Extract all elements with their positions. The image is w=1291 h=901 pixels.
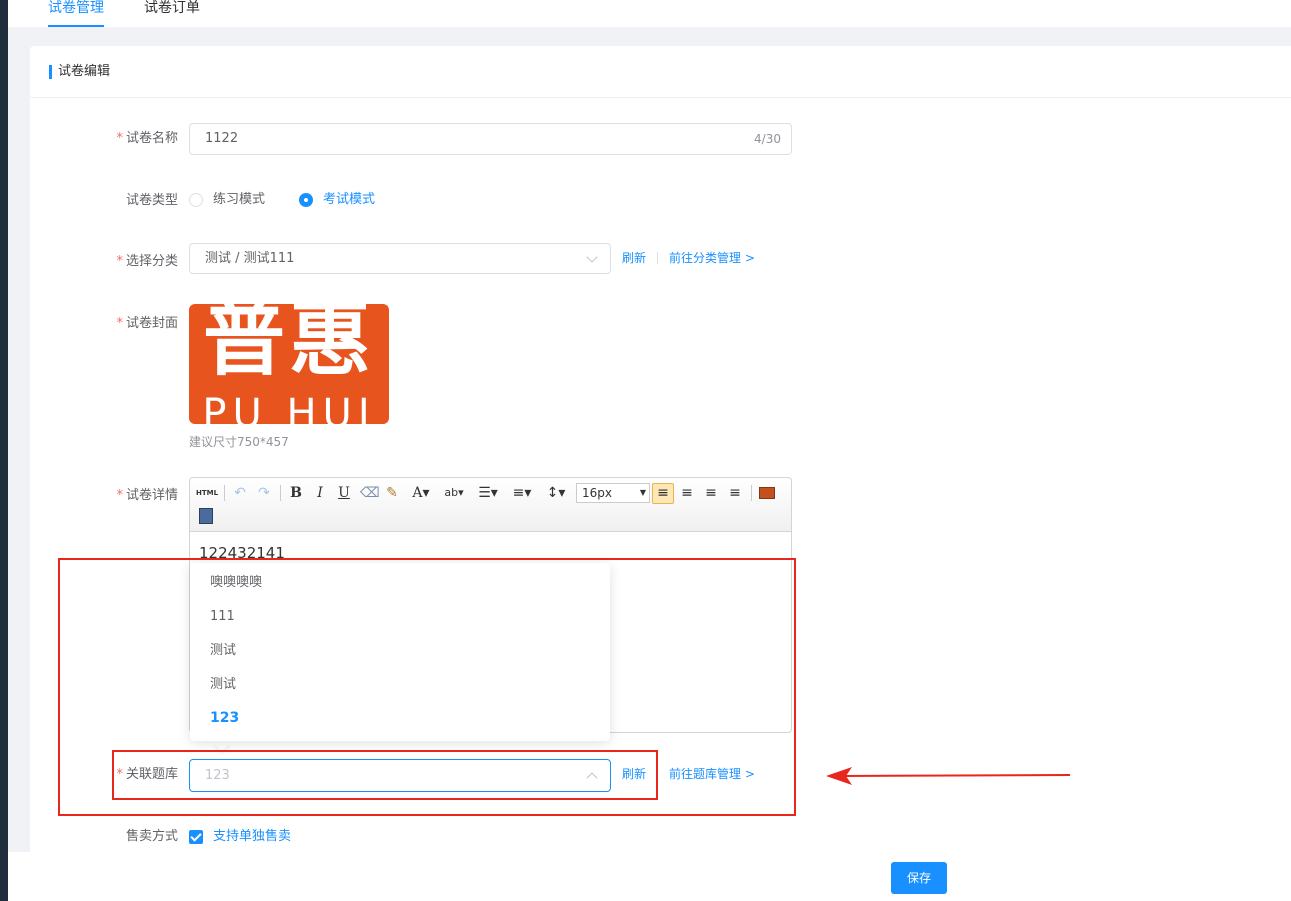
cover-image[interactable]: 普惠 PU HUI <box>189 304 389 424</box>
detail-label: * 试卷详情 <box>116 488 178 503</box>
html-source-icon[interactable]: HTML <box>196 484 218 502</box>
save-button[interactable]: 保存 <box>891 862 947 894</box>
link-divider <box>657 252 658 264</box>
category-refresh-link[interactable]: 刷新 <box>622 250 646 266</box>
sale-label: 售卖方式 <box>125 829 178 844</box>
image-icon[interactable] <box>759 487 775 499</box>
required-mark: * <box>116 316 123 331</box>
eraser-icon[interactable]: ⌫ <box>360 484 380 502</box>
align-center-icon[interactable]: ≡ <box>702 484 720 502</box>
paper-name-input[interactable]: 1122 4/30 <box>189 123 792 155</box>
paper-name-value: 1122 <box>205 131 239 146</box>
editor-toolbar: HTML ↶ ↷ B I U ⌫ ✎ A▾ ab▾ ☰▾ ≡▾ ↕▾ 16px ▼… <box>190 478 791 532</box>
title-accent-bar <box>49 65 52 79</box>
radio-exam-label[interactable]: 考试模式 <box>323 192 375 208</box>
card-header: 试卷编辑 <box>30 46 1291 98</box>
category-select[interactable]: 测试 / 测试111 <box>189 243 611 274</box>
tab-bar: 试卷管理 试卷订单 <box>8 0 1291 27</box>
category-value: 测试 / 测试111 <box>205 251 295 266</box>
category-label: * 选择分类 <box>116 254 178 269</box>
footer-bar <box>8 852 1291 901</box>
radio-practice-mode[interactable] <box>189 193 203 207</box>
font-size-select[interactable]: 16px ▼ <box>576 483 650 503</box>
tab-paper-management[interactable]: 试卷管理 <box>48 0 104 27</box>
single-sale-checkbox[interactable] <box>189 830 203 844</box>
align-justify-icon[interactable]: ≡ <box>726 484 744 502</box>
unordered-list-icon[interactable]: ≡▾ <box>508 484 536 502</box>
cover-label: * 试卷封面 <box>116 316 178 331</box>
format-brush-icon[interactable]: ✎ <box>384 484 400 502</box>
toolbar-divider <box>224 485 225 501</box>
font-color-icon[interactable]: A▾ <box>408 484 434 502</box>
toolbar-divider <box>280 485 281 501</box>
tab-paper-orders[interactable]: 试卷订单 <box>144 0 200 16</box>
single-sale-label[interactable]: 支持单独售卖 <box>213 829 291 845</box>
annotation-inner-box <box>112 750 658 800</box>
bold-icon[interactable]: B <box>288 484 304 502</box>
ordered-list-icon[interactable]: ☰▾ <box>474 484 502 502</box>
underline-icon[interactable]: U <box>336 484 352 502</box>
radio-exam-mode[interactable] <box>299 193 313 207</box>
cover-logo-text: 普惠 <box>202 304 375 387</box>
cover-logo-subtext: PU HUI <box>202 391 376 424</box>
type-label: 试卷类型 <box>125 193 178 208</box>
sidebar-edge <box>0 0 8 901</box>
align-right-icon[interactable]: ≡ <box>678 484 696 502</box>
italic-icon[interactable]: I <box>312 484 328 502</box>
highlight-icon[interactable]: ab▾ <box>440 484 468 502</box>
undo-icon[interactable]: ↶ <box>232 484 248 502</box>
align-left-icon[interactable]: ≡ <box>652 483 674 504</box>
video-icon[interactable] <box>199 508 213 524</box>
line-height-icon[interactable]: ↕▾ <box>542 484 570 502</box>
required-mark: * <box>116 488 123 503</box>
radio-practice-label[interactable]: 练习模式 <box>213 192 265 208</box>
category-manage-link[interactable]: 前往分类管理 > <box>669 250 755 266</box>
required-mark: * <box>116 131 123 146</box>
required-mark: * <box>116 254 123 269</box>
chevron-down-icon <box>586 251 598 263</box>
cover-size-hint: 建议尺寸750*457 <box>189 435 289 449</box>
name-label: * 试卷名称 <box>116 131 178 146</box>
char-count: 4/30 <box>754 132 781 146</box>
toolbar-divider <box>751 485 752 501</box>
redo-icon[interactable]: ↷ <box>256 484 272 502</box>
card-title: 试卷编辑 <box>58 64 111 79</box>
annotation-arrow <box>826 767 1071 785</box>
